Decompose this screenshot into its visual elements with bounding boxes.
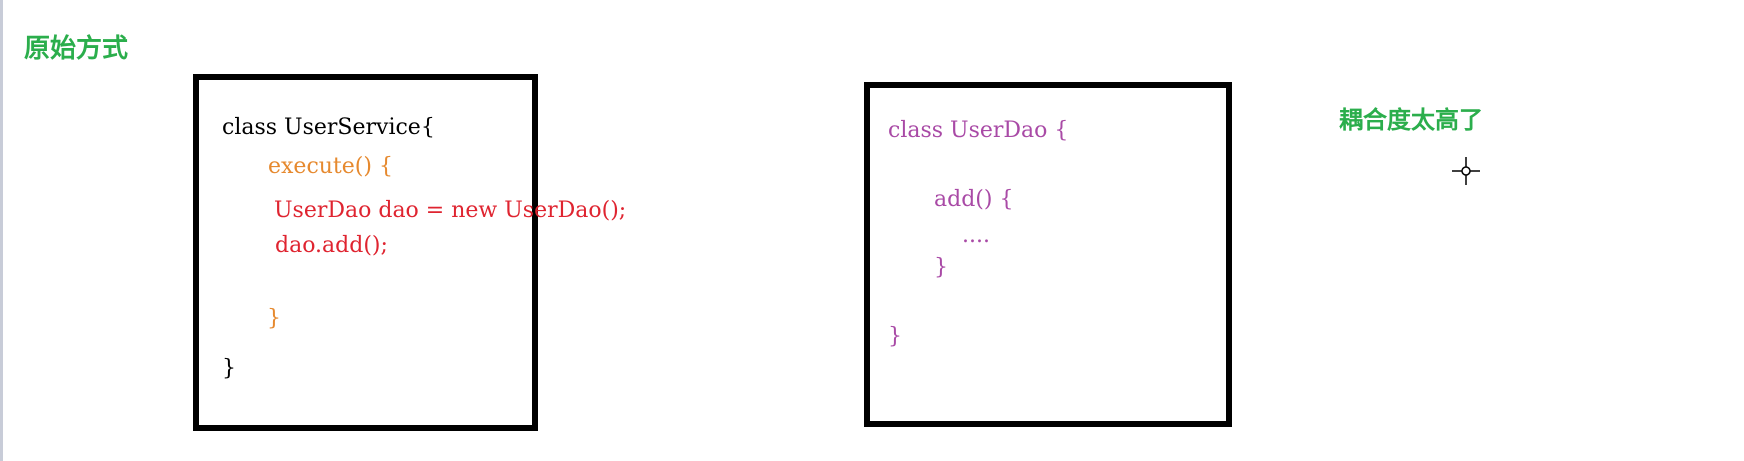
dao-add-call-statement: dao.add(); (275, 233, 388, 258)
left-edge-rule (0, 0, 3, 461)
user-dao-class-closing-brace: } (888, 324, 902, 349)
execute-method-closing-brace: } (267, 306, 281, 331)
userdao-instantiation-statement: UserDao dao = new UserDao(); (274, 198, 627, 223)
user-dao-class-declaration: class UserDao { (888, 118, 1069, 143)
user-service-class-closing-brace: } (222, 356, 236, 381)
add-method-body-ellipsis: .... (962, 223, 990, 248)
add-method-closing-brace: } (934, 255, 948, 280)
page-heading: 原始方式 (24, 34, 129, 64)
crosshair-cursor-icon (1452, 157, 1480, 185)
user-service-class-declaration: class UserService{ (222, 115, 435, 140)
coupling-note: 耦合度太高了 (1339, 106, 1483, 134)
add-method-declaration: add() { (934, 187, 1014, 212)
execute-method-declaration: execute() { (268, 154, 393, 179)
